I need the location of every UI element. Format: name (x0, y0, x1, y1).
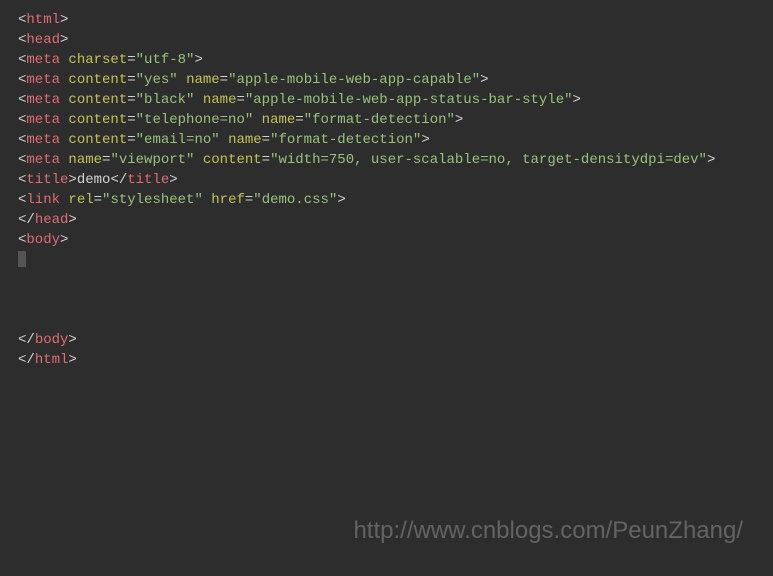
watermark-text: http://www.cnblogs.com/PeunZhang/ (353, 521, 743, 541)
code-editor[interactable]: <html><head><meta charset="utf-8"><meta … (0, 10, 773, 370)
text-cursor (18, 251, 26, 267)
